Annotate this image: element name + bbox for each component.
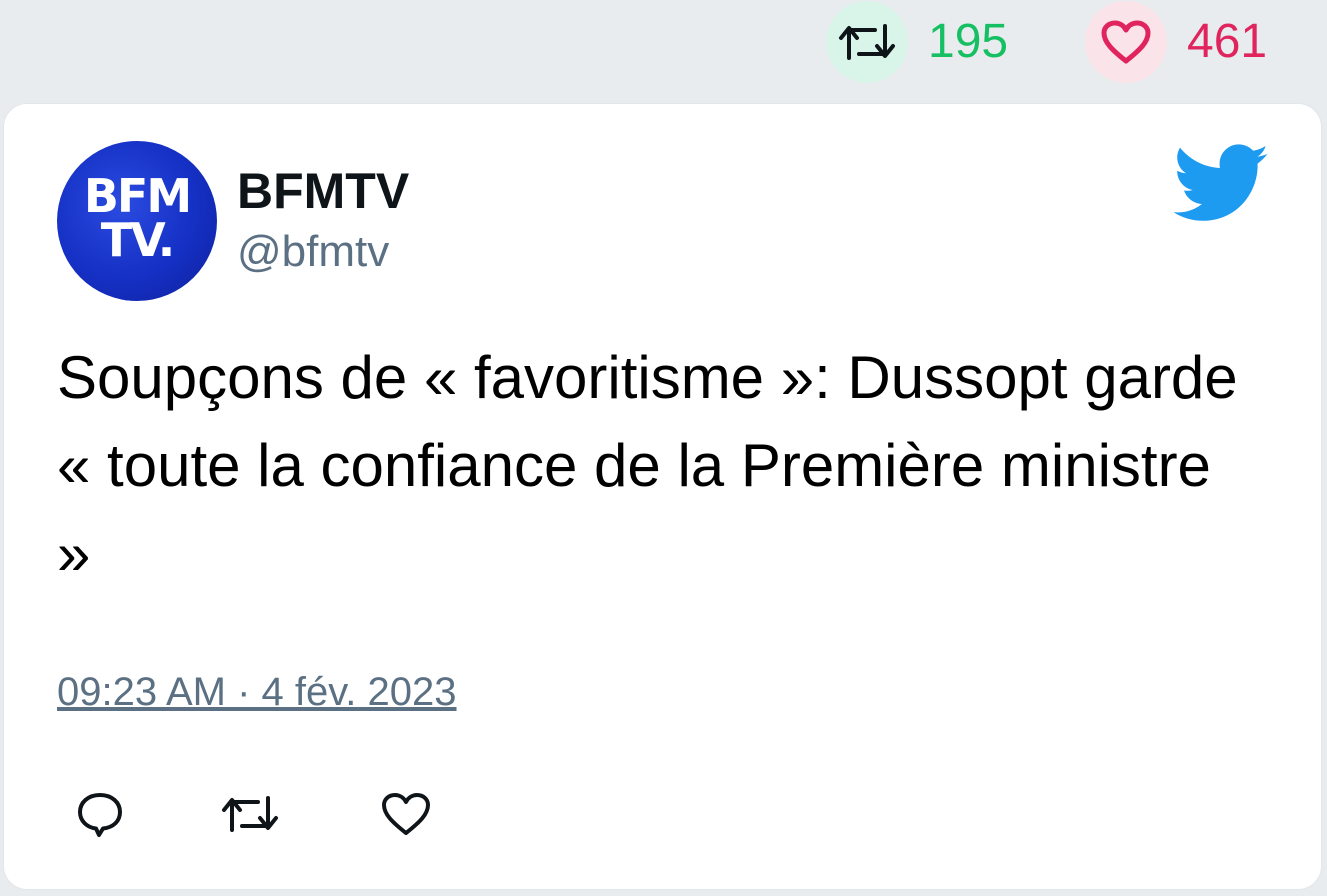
tweet-actions — [4, 784, 1321, 848]
like-stat[interactable]: 461 — [1085, 0, 1267, 84]
tweet-text: Soupçons de « favoritisme »: Dussopt gar… — [57, 344, 1238, 587]
retweet-icon — [222, 796, 278, 832]
avatar-logo-line2: TV. — [100, 213, 176, 267]
reply-icon — [78, 793, 122, 837]
avatar-logo-line1: BFM — [83, 169, 192, 223]
engagement-bar: 195 461 — [0, 0, 1327, 96]
tweet-timestamp-link[interactable]: 09:23 AM · 4 fév. 2023 — [57, 672, 457, 712]
heart-icon[interactable] — [1085, 1, 1167, 83]
author-display-name[interactable]: BFMTV — [237, 166, 409, 216]
retweet-count: 195 — [928, 15, 1009, 68]
heart-icon — [382, 793, 430, 835]
reply-button[interactable] — [70, 784, 130, 844]
retweet-stat[interactable]: 195 — [826, 0, 1008, 84]
retweet-icon[interactable] — [826, 1, 908, 83]
avatar[interactable]: BFM TV. — [57, 141, 217, 301]
retweet-button[interactable] — [220, 784, 280, 844]
like-count: 461 — [1187, 15, 1268, 68]
twitter-bird-icon[interactable] — [1174, 144, 1270, 228]
tweet-card: BFM TV. BFMTV @bfmtv Soupçons de « favor… — [3, 103, 1322, 890]
like-button[interactable] — [376, 784, 436, 844]
author-handle[interactable]: @bfmtv — [237, 230, 389, 274]
